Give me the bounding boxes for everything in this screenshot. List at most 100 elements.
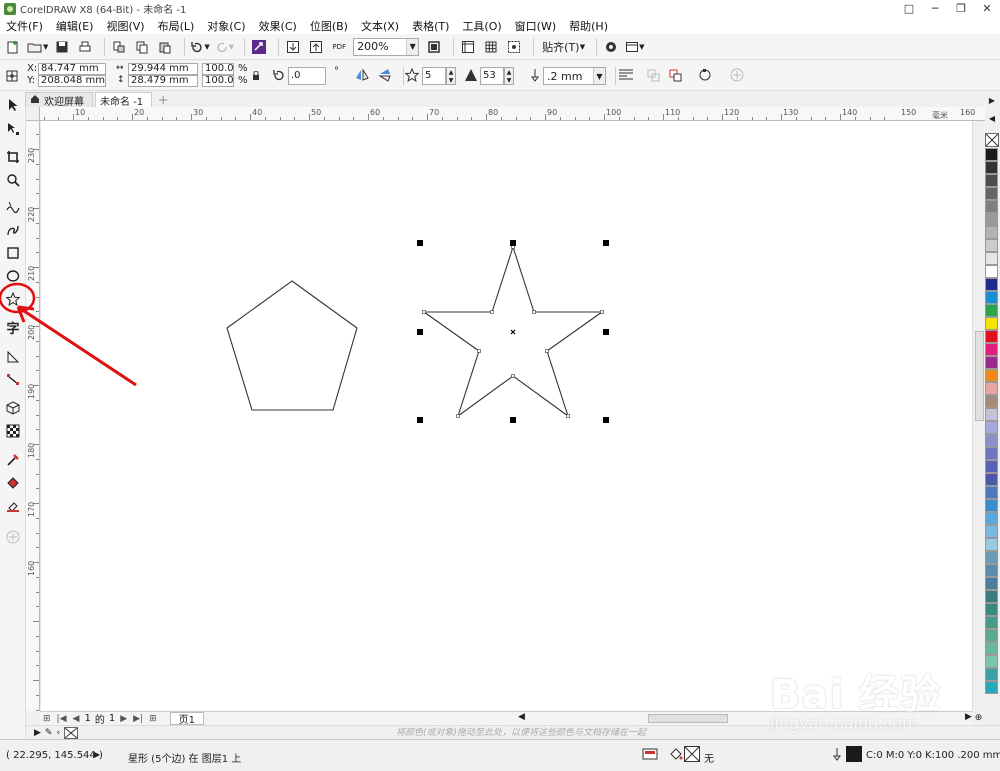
scale-y-input[interactable]: 100.0 — [202, 75, 234, 87]
color-swatch[interactable] — [985, 434, 998, 447]
color-swatch[interactable] — [985, 291, 998, 304]
menu-view[interactable]: 视图(V) — [106, 18, 144, 34]
color-swatch[interactable] — [985, 356, 998, 369]
document-no-color-swatch[interactable] — [64, 726, 79, 739]
add-page-before-icon[interactable]: ⊞ — [43, 714, 51, 724]
transparency-tool-icon[interactable] — [4, 422, 22, 440]
color-swatch[interactable] — [985, 590, 998, 603]
color-swatch[interactable] — [985, 655, 998, 668]
help-window-button[interactable]: □ — [896, 0, 922, 17]
x-position-input[interactable]: 84.747 mm — [38, 63, 106, 75]
color-swatch[interactable] — [985, 226, 998, 239]
last-page-icon[interactable]: ▶| — [133, 714, 143, 724]
hscroll-right-icon[interactable]: ▶ — [965, 712, 972, 722]
search-content-icon[interactable] — [250, 37, 268, 57]
color-swatch[interactable] — [985, 304, 998, 317]
color-swatch[interactable] — [985, 161, 998, 174]
color-swatch[interactable] — [985, 174, 998, 187]
add-tab-icon[interactable]: + — [156, 93, 170, 108]
break-apart-icon[interactable] — [668, 68, 684, 82]
connector-tool-icon[interactable] — [4, 371, 22, 389]
color-swatch[interactable] — [985, 369, 998, 382]
tab-document[interactable]: 未命名 -1 — [95, 92, 153, 108]
lock-ratio-icon[interactable] — [252, 70, 260, 81]
menu-file[interactable]: 文件(F) — [6, 18, 43, 34]
menu-tools[interactable]: 工具(O) — [462, 18, 501, 34]
color-swatch[interactable] — [985, 486, 998, 499]
options-gear-icon[interactable] — [602, 37, 620, 57]
star-points-input[interactable]: 5 — [422, 67, 446, 85]
menu-window[interactable]: 窗口(W) — [515, 18, 556, 34]
color-swatch[interactable] — [985, 317, 998, 330]
pentagon-shape[interactable] — [226, 280, 358, 411]
color-swatch[interactable] — [985, 265, 998, 278]
menu-edit[interactable]: 编辑(E) — [56, 18, 94, 34]
menu-table[interactable]: 表格(T) — [412, 18, 449, 34]
star-sharpness-input[interactable]: 53 — [480, 67, 504, 85]
show-rulers-icon[interactable] — [459, 37, 477, 57]
color-eyedropper-tool-icon[interactable] — [4, 451, 22, 469]
interactive-fill-tool-icon[interactable] — [4, 474, 22, 492]
hscroll-left-icon[interactable]: ◀ — [518, 712, 525, 722]
open-folder-icon[interactable]: ▼ — [27, 37, 48, 57]
menu-bitmaps[interactable]: 位图(B) — [310, 18, 348, 34]
color-swatch[interactable] — [985, 213, 998, 226]
parallel-dimension-tool-icon[interactable] — [4, 348, 22, 366]
color-swatch[interactable] — [985, 395, 998, 408]
next-page-icon[interactable]: ▶ — [120, 714, 127, 724]
menu-object[interactable]: 对象(C) — [207, 18, 245, 34]
close-button[interactable]: ✕ — [974, 0, 1000, 17]
freehand-tool-icon[interactable] — [4, 198, 22, 216]
smart-fill-tool-icon[interactable] — [4, 497, 22, 515]
ruler-origin[interactable] — [26, 107, 40, 121]
color-swatch[interactable] — [985, 551, 998, 564]
vertical-scroll-thumb[interactable] — [975, 331, 984, 421]
horizontal-ruler[interactable]: 毫米 10 20 30 40 50 60 70 80 90 100 110 120 130 140 150 1… — [40, 107, 985, 121]
zoom-level-select[interactable]: 200% ▼ — [353, 37, 420, 56]
y-position-input[interactable]: 208.048 mm — [38, 75, 106, 87]
scale-x-input[interactable]: 100.0 — [202, 63, 234, 75]
status-arrow-icon[interactable]: ▶ — [94, 750, 100, 759]
tab-welcome-screen[interactable]: 欢迎屏幕 — [25, 92, 93, 108]
snap-to-dropdown[interactable]: 贴齐(T) ▼ — [539, 38, 585, 56]
color-swatch[interactable] — [985, 473, 998, 486]
menu-layout[interactable]: 布局(L) — [158, 18, 195, 34]
import-icon[interactable] — [284, 37, 302, 57]
color-swatch[interactable] — [985, 278, 998, 291]
color-swatch[interactable] — [985, 408, 998, 421]
object-origin-icon[interactable] — [5, 69, 19, 83]
mirror-horizontal-icon[interactable] — [355, 68, 369, 82]
no-color-swatch[interactable] — [985, 133, 999, 147]
color-swatch[interactable] — [985, 642, 998, 655]
crop-tool-icon[interactable] — [4, 148, 22, 166]
application-launcher-icon[interactable]: ▼ — [625, 37, 645, 57]
horizontal-scroll-thumb[interactable] — [648, 714, 728, 723]
color-swatch[interactable] — [985, 252, 998, 265]
add-quick-customize-icon[interactable] — [730, 68, 746, 82]
pick-tool-icon[interactable] — [4, 96, 22, 114]
combine-icon[interactable] — [646, 68, 662, 82]
palette-back-icon[interactable]: ‹ — [56, 728, 60, 738]
color-swatch[interactable] — [985, 382, 998, 395]
new-document-icon[interactable] — [4, 37, 22, 57]
menu-effects[interactable]: 效果(C) — [259, 18, 297, 34]
color-swatch[interactable] — [985, 668, 998, 681]
color-swatch[interactable] — [985, 525, 998, 538]
color-swatch[interactable] — [985, 616, 998, 629]
color-swatch[interactable] — [985, 421, 998, 434]
color-swatch[interactable] — [985, 187, 998, 200]
drawing-canvas[interactable] — [40, 121, 972, 711]
text-wrap-icon[interactable] — [618, 68, 634, 82]
palette-flyout-icon[interactable]: ◀ — [986, 112, 998, 124]
mirror-vertical-icon[interactable] — [378, 68, 392, 82]
width-input[interactable]: 29.944 mm — [128, 63, 198, 75]
publish-pdf-icon[interactable]: PDF — [330, 37, 348, 57]
color-swatch[interactable] — [985, 330, 998, 343]
color-swatch[interactable] — [985, 447, 998, 460]
color-swatch[interactable] — [985, 603, 998, 616]
palette-arrow-icon[interactable]: ▶ — [34, 728, 41, 738]
navigator-zoom-icon[interactable]: ⊕ — [972, 711, 985, 725]
vertical-scrollbar[interactable] — [972, 121, 985, 711]
color-swatch[interactable] — [985, 681, 998, 694]
restore-button[interactable]: ❐ — [948, 0, 974, 17]
